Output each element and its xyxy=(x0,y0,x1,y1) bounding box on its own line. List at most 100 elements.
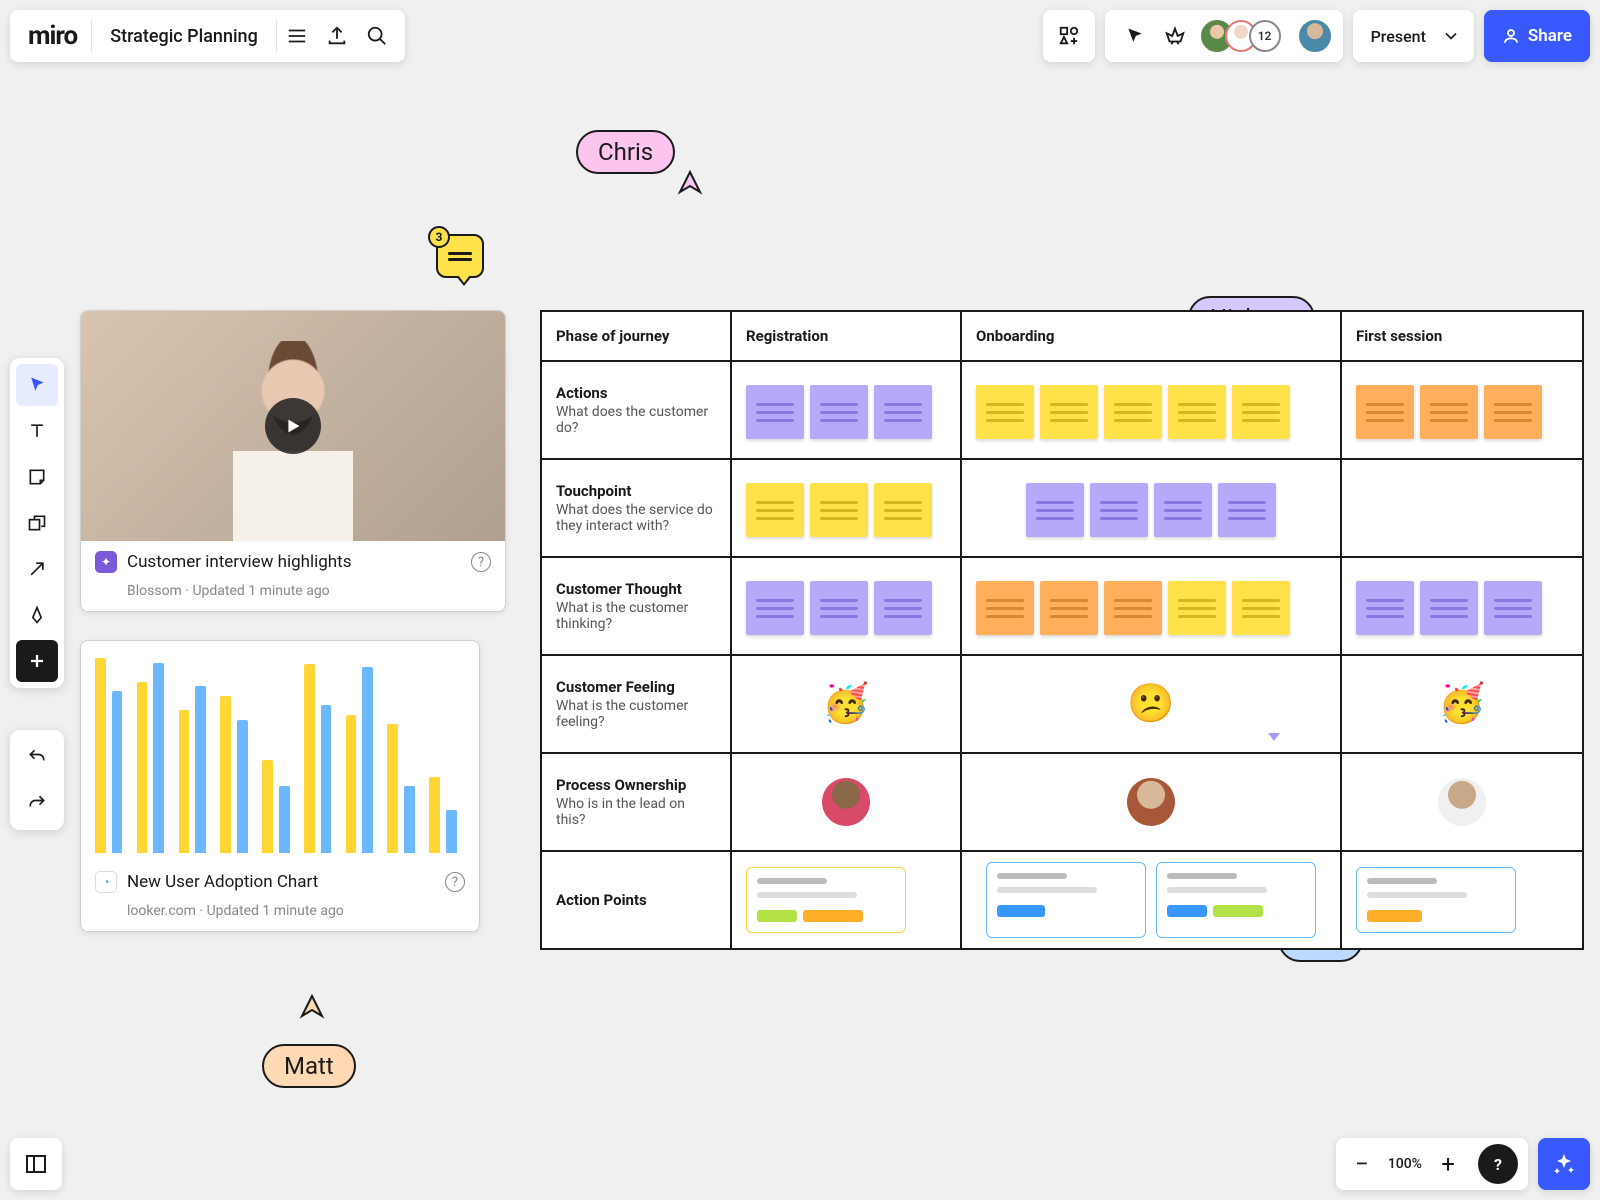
row-label: Customer Feeling What is the customer fe… xyxy=(542,656,732,752)
menu-icon[interactable] xyxy=(277,16,317,56)
undo-button[interactable] xyxy=(16,736,58,778)
comment-thread-yellow[interactable]: 3 xyxy=(436,234,484,278)
cell[interactable] xyxy=(1342,852,1582,948)
sticky-note[interactable] xyxy=(1026,483,1084,537)
sticky-note[interactable] xyxy=(1218,483,1276,537)
avatar-overflow-count[interactable]: 12 xyxy=(1249,20,1281,52)
sticky-note[interactable] xyxy=(874,385,932,439)
chart-bar xyxy=(95,658,106,853)
sticky-note[interactable] xyxy=(810,483,868,537)
cell[interactable] xyxy=(1342,558,1582,654)
cell[interactable] xyxy=(962,362,1342,458)
cell[interactable]: 🥳 xyxy=(732,656,962,752)
sticky-note[interactable] xyxy=(810,581,868,635)
play-icon[interactable] xyxy=(265,398,321,454)
search-icon[interactable] xyxy=(357,16,397,56)
zoom-in-button[interactable]: + xyxy=(1428,1144,1468,1184)
apps-icon[interactable] xyxy=(1043,10,1095,62)
text-tool[interactable] xyxy=(16,410,58,452)
owner-avatar[interactable] xyxy=(822,778,870,826)
user-label-matt: Matt xyxy=(262,1044,356,1088)
journey-map-table[interactable]: Phase of journey Registration Onboarding… xyxy=(540,310,1584,950)
sticky-note[interactable] xyxy=(1168,385,1226,439)
cell[interactable] xyxy=(962,852,1342,948)
reactions-icon[interactable] xyxy=(1155,16,1195,56)
sticky-note[interactable] xyxy=(1420,385,1478,439)
sticky-note[interactable] xyxy=(1040,385,1098,439)
action-card[interactable] xyxy=(746,867,906,933)
zoom-out-button[interactable]: − xyxy=(1342,1144,1382,1184)
current-user-avatar[interactable] xyxy=(1297,18,1333,54)
sticky-note[interactable] xyxy=(1420,581,1478,635)
sticky-note[interactable] xyxy=(1104,581,1162,635)
sticky-note[interactable] xyxy=(1168,581,1226,635)
cell[interactable] xyxy=(1342,754,1582,850)
select-tool[interactable] xyxy=(16,364,58,406)
sticky-note-tool[interactable] xyxy=(16,456,58,498)
redo-button[interactable] xyxy=(16,782,58,824)
sticky-note[interactable] xyxy=(1090,483,1148,537)
video-thumbnail[interactable] xyxy=(81,311,505,541)
sticky-note[interactable] xyxy=(1484,581,1542,635)
feeling-emoji[interactable]: 🥳 xyxy=(746,682,946,726)
help-button[interactable]: ? xyxy=(1478,1144,1518,1184)
app-logo[interactable]: miro xyxy=(18,21,91,51)
owner-avatar[interactable] xyxy=(1438,778,1486,826)
pen-tool[interactable] xyxy=(16,594,58,636)
sticky-note[interactable] xyxy=(874,483,932,537)
cell[interactable] xyxy=(962,558,1342,654)
collaborator-avatars[interactable]: 12 xyxy=(1195,20,1287,52)
sticky-note[interactable] xyxy=(746,483,804,537)
action-card[interactable] xyxy=(986,862,1146,938)
sticky-note[interactable] xyxy=(976,385,1034,439)
cell[interactable] xyxy=(732,852,962,948)
sticky-note[interactable] xyxy=(746,385,804,439)
embed-video-card[interactable]: ✦ Customer interview highlights ? Blosso… xyxy=(80,310,506,612)
feeling-emoji[interactable]: 😕 xyxy=(976,682,1326,726)
sticky-note[interactable] xyxy=(810,385,868,439)
share-label: Share xyxy=(1528,26,1572,46)
frames-panel-button[interactable] xyxy=(10,1138,62,1190)
cell[interactable] xyxy=(962,754,1342,850)
cell[interactable]: 😕 xyxy=(962,656,1342,752)
present-button[interactable]: Present xyxy=(1353,10,1474,62)
cell[interactable] xyxy=(732,558,962,654)
arrow-tool[interactable] xyxy=(16,548,58,590)
sticky-note[interactable] xyxy=(1154,483,1212,537)
ai-assist-button[interactable] xyxy=(1538,1138,1590,1190)
embed-chart-card[interactable]: ◔ New User Adoption Chart ? looker.com ·… xyxy=(80,640,480,932)
add-tool[interactable] xyxy=(16,640,58,682)
cell[interactable] xyxy=(732,460,962,556)
sticky-note[interactable] xyxy=(1040,581,1098,635)
cell[interactable] xyxy=(1342,460,1582,556)
cell[interactable] xyxy=(962,460,1342,556)
info-icon[interactable]: ? xyxy=(471,552,491,572)
sticky-note[interactable] xyxy=(1356,581,1414,635)
sticky-note[interactable] xyxy=(746,581,804,635)
share-button[interactable]: Share xyxy=(1484,10,1590,62)
row-label: Touchpoint What does the service do they… xyxy=(542,460,732,556)
info-icon[interactable]: ? xyxy=(445,872,465,892)
action-card[interactable] xyxy=(1356,867,1516,933)
sticky-note[interactable] xyxy=(1356,385,1414,439)
cell[interactable] xyxy=(732,362,962,458)
feeling-emoji[interactable]: 🥳 xyxy=(1356,682,1568,726)
sticky-note[interactable] xyxy=(1232,385,1290,439)
row-thought: Customer Thought What is the customer th… xyxy=(542,556,1582,654)
row-label: Process Ownership Who is in the lead on … xyxy=(542,754,732,850)
cell[interactable] xyxy=(732,754,962,850)
action-card[interactable] xyxy=(1156,862,1316,938)
sticky-note[interactable] xyxy=(874,581,932,635)
sticky-note[interactable] xyxy=(1232,581,1290,635)
shape-tool[interactable] xyxy=(16,502,58,544)
sticky-note[interactable] xyxy=(1484,385,1542,439)
board-title[interactable]: Strategic Planning xyxy=(92,26,276,47)
owner-avatar[interactable] xyxy=(1127,778,1175,826)
cursor-icon[interactable] xyxy=(1115,16,1155,56)
sticky-note[interactable] xyxy=(976,581,1034,635)
upload-icon[interactable] xyxy=(317,16,357,56)
cell[interactable] xyxy=(1342,362,1582,458)
sticky-note[interactable] xyxy=(1104,385,1162,439)
header-onboarding: Onboarding xyxy=(962,312,1342,360)
cell[interactable]: 🥳 xyxy=(1342,656,1582,752)
